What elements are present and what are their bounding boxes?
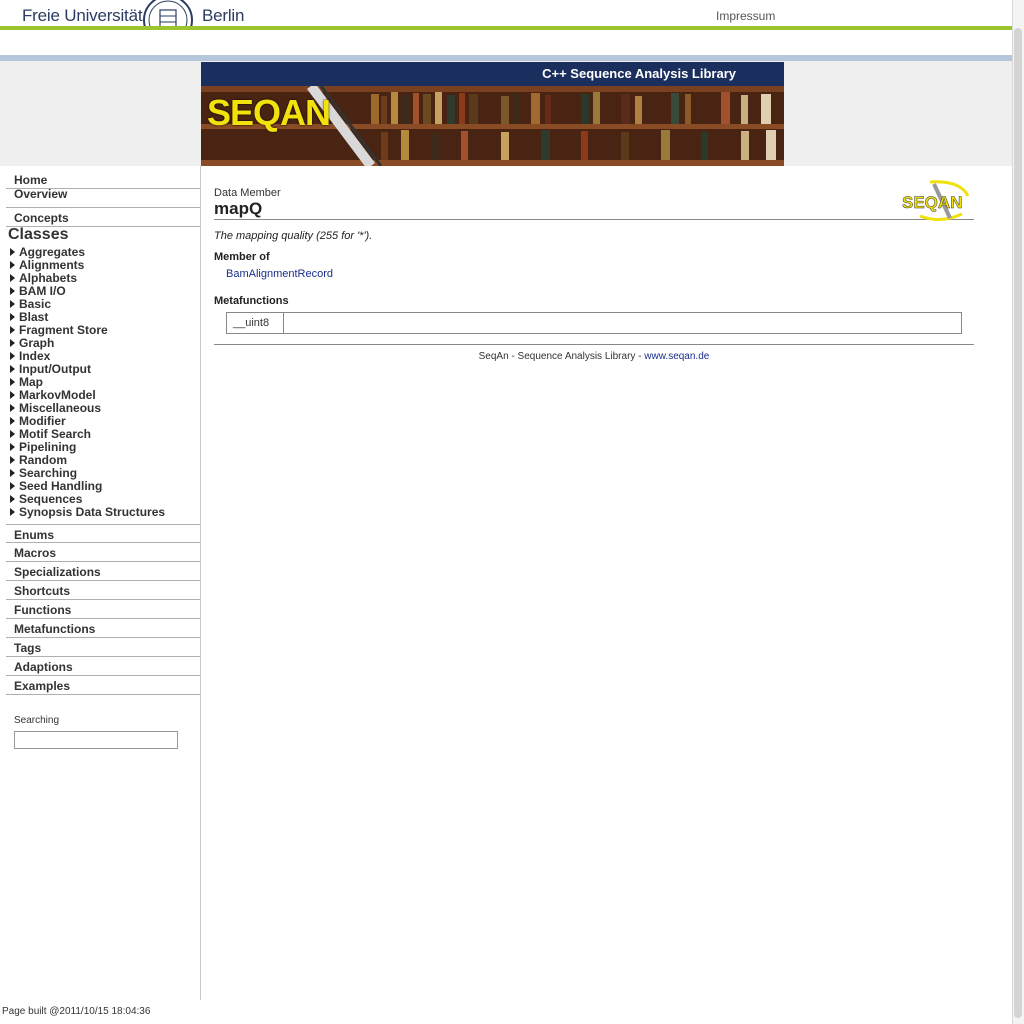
footer-text: SeqAn - Sequence Analysis Library - <box>478 351 645 362</box>
sidebar-item-overview[interactable]: Overview <box>6 187 200 208</box>
expand-triangle-icon <box>10 326 15 334</box>
expand-triangle-icon <box>10 443 15 451</box>
expand-triangle-icon <box>10 261 15 269</box>
sidebar-item-adaptions[interactable]: Adaptions <box>6 657 200 676</box>
sidebar-item-examples[interactable]: Examples <box>6 676 200 695</box>
university-name-right: Berlin <box>202 6 245 25</box>
seqan-small-logo-icon: SEQAN <box>902 180 970 221</box>
sidebar-classes-heading[interactable]: Classes <box>8 226 69 244</box>
expand-triangle-icon <box>10 495 15 503</box>
sidebar-item-concepts[interactable]: Concepts <box>6 208 200 227</box>
page-built-timestamp: Page built @2011/10/15 18:04:36 <box>2 1006 151 1017</box>
metafunctions-table: __uint8 <box>226 312 962 334</box>
sidebar-item-macros[interactable]: Macros <box>6 543 200 562</box>
sidebar-nav-lower: Enums Macros Specializations Shortcuts F… <box>6 524 200 704</box>
expand-triangle-icon <box>10 417 15 425</box>
sidebar-item-enums[interactable]: Enums <box>6 524 200 543</box>
page-title: mapQ <box>214 199 263 218</box>
university-name-left: Freie Universität <box>22 6 143 25</box>
expand-triangle-icon <box>10 404 15 412</box>
svg-text:SEQAN: SEQAN <box>902 193 962 212</box>
expand-triangle-icon <box>10 287 15 295</box>
seqan-logo: SEQAN <box>207 92 331 133</box>
search-label: Searching <box>14 715 60 726</box>
expand-triangle-icon <box>10 508 15 516</box>
member-of-heading: Member of <box>214 251 270 263</box>
sidebar-item-functions[interactable]: Functions <box>6 600 200 619</box>
sidebar-item-tags[interactable]: Tags <box>6 638 200 657</box>
sidebar-class-list: Aggregates Alignments Alphabets BAM I/O … <box>8 246 194 519</box>
member-description: The mapping quality (255 for '*'). <box>214 230 373 242</box>
expand-triangle-icon <box>10 391 15 399</box>
expand-triangle-icon <box>10 430 15 438</box>
expand-triangle-icon <box>10 352 15 360</box>
expand-triangle-icon <box>10 469 15 477</box>
expand-triangle-icon <box>10 300 15 308</box>
expand-triangle-icon <box>10 365 15 373</box>
member-of-link[interactable]: BamAlignmentRecord <box>226 268 333 280</box>
banner-title: C++ Sequence Analysis Library <box>542 66 736 81</box>
scrollbar-thumb[interactable] <box>1014 28 1022 1018</box>
expand-triangle-icon <box>10 248 15 256</box>
footer-link[interactable]: www.seqan.de <box>644 351 709 362</box>
footer: SeqAn - Sequence Analysis Library - www.… <box>214 351 974 362</box>
footer-divider <box>214 344 974 345</box>
impressum-link[interactable]: Impressum <box>716 9 775 23</box>
sidebar-item-specializations[interactable]: Specializations <box>6 562 200 581</box>
sidebar-class-synopsis-data-structures[interactable]: Synopsis Data Structures <box>8 506 194 519</box>
sidebar-item-shortcuts[interactable]: Shortcuts <box>6 581 200 600</box>
expand-triangle-icon <box>10 339 15 347</box>
metafunctions-heading: Metafunctions <box>214 295 289 307</box>
expand-triangle-icon <box>10 482 15 490</box>
metafunction-name: __uint8 <box>233 317 270 329</box>
search-input[interactable] <box>14 731 178 749</box>
seqan-banner: C++ Sequence Analysis Library SEQAN <box>201 62 784 166</box>
title-divider <box>214 219 974 220</box>
expand-triangle-icon <box>10 378 15 386</box>
expand-triangle-icon <box>10 313 15 321</box>
table-row: __uint8 <box>227 313 284 333</box>
expand-triangle-icon <box>10 456 15 464</box>
sidebar-item-metafunctions[interactable]: Metafunctions <box>6 619 200 638</box>
expand-triangle-icon <box>10 274 15 282</box>
member-kind-label: Data Member <box>214 187 281 199</box>
